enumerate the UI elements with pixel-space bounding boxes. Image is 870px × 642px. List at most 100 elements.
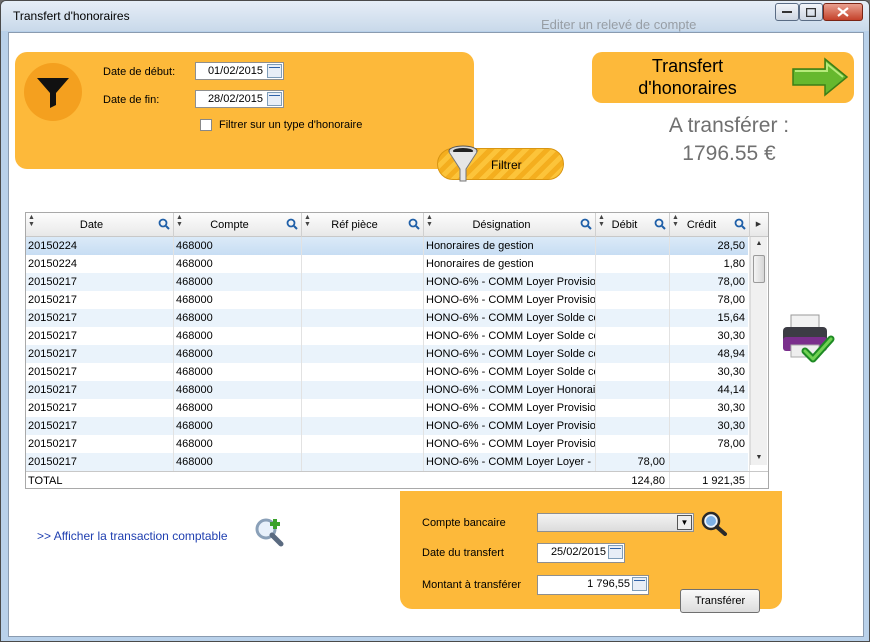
cell-compte: 468000 [174, 237, 302, 255]
table-row[interactable]: 20150217 468000 HONO-6% - COMM Loyer Pro… [26, 399, 750, 417]
cell-date: 20150217 [26, 453, 174, 471]
cell-compte: 468000 [174, 255, 302, 273]
cell-compte: 468000 [174, 291, 302, 309]
amount-to-transfer-value: 1796.55 € [682, 142, 776, 165]
scroll-right-arrow[interactable]: ▶ [750, 213, 767, 237]
search-icon[interactable] [700, 510, 728, 536]
cell-credit: 78,00 [670, 273, 750, 291]
search-icon[interactable] [286, 218, 298, 230]
table-row[interactable]: 20150217 468000 HONO-6% - COMM Loyer Hon… [26, 381, 750, 399]
transfer-banner: Transfert d'honoraires [592, 52, 854, 103]
cell-date: 20150217 [26, 399, 174, 417]
column-header-designation[interactable]: ▲ ▼ Désignation [424, 213, 596, 237]
arrow-right-icon [792, 57, 849, 97]
start-date-field[interactable]: 01/02/2015 [195, 62, 284, 80]
filter-button-label: Filtrer [491, 158, 522, 172]
transfer-date-field[interactable]: 25/02/2015 [537, 543, 625, 563]
type-filter-label: Filtrer sur un type d'honoraire [219, 119, 363, 131]
cell-date: 20150224 [26, 237, 174, 255]
search-icon[interactable] [158, 218, 170, 230]
table-row[interactable]: 20150217 468000 HONO-6% - COMM Loyer Sol… [26, 345, 750, 363]
table-row[interactable]: 20150217 468000 HONO-6% - COMM Loyer Pro… [26, 273, 750, 291]
cell-ref [302, 363, 424, 381]
column-header-debit-label: Débit [611, 219, 638, 231]
show-accounting-transaction-link[interactable]: >> Afficher la transaction comptable [37, 529, 228, 543]
cell-designation: HONO-6% - COMM Loyer Provision [424, 291, 596, 309]
search-icon[interactable] [654, 218, 666, 230]
close-button[interactable] [823, 3, 863, 21]
chevron-down-icon[interactable]: ▼ [677, 515, 692, 530]
search-icon[interactable] [734, 218, 746, 230]
table-row[interactable]: 20150224 468000 Honoraires de gestion 1,… [26, 255, 750, 273]
minimize-button[interactable] [775, 3, 799, 21]
column-header-credit[interactable]: ▲ ▼ Crédit [670, 213, 750, 237]
transactions-grid[interactable]: ▲ ▼ Date ▲ ▼ Compte ▲ ▼ Réf pièce ▲ ▼ Désign… [25, 212, 769, 489]
cell-credit: 15,64 [670, 309, 750, 327]
column-header-debit[interactable]: ▲ ▼ Débit [596, 213, 670, 237]
cell-ref [302, 309, 424, 327]
minimize-icon [782, 11, 792, 13]
amount-to-transfer-label: A transférer : [668, 114, 790, 137]
calendar-icon[interactable] [267, 64, 282, 78]
window-title: Transfert d'honoraires [13, 9, 130, 23]
cell-debit [596, 327, 670, 345]
column-header-date[interactable]: ▲ ▼ Date [26, 213, 174, 237]
zoom-plus-button[interactable] [253, 516, 285, 548]
cell-designation: HONO-6% - COMM Loyer Provision [424, 273, 596, 291]
transfer-amount-field[interactable]: 1 796,55 [537, 575, 649, 595]
cell-credit: 28,50 [670, 237, 750, 255]
vertical-scrollbar[interactable]: ▲ ▼ [750, 237, 767, 465]
cell-compte: 468000 [174, 435, 302, 453]
cell-compte: 468000 [174, 453, 302, 471]
table-row[interactable]: 20150217 468000 HONO-6% - COMM Loyer Pro… [26, 417, 750, 435]
maximize-button[interactable] [799, 3, 823, 21]
calendar-icon[interactable] [608, 545, 623, 559]
search-icon[interactable] [580, 218, 592, 230]
table-row[interactable]: 20150217 468000 HONO-6% - COMM Loyer Pro… [26, 435, 750, 453]
scroll-thumb[interactable] [753, 255, 765, 283]
print-button[interactable] [779, 311, 835, 367]
scroll-down-arrow[interactable]: ▼ [751, 451, 767, 465]
calculator-icon[interactable] [632, 577, 647, 591]
bank-account-dropdown[interactable]: ▼ [537, 513, 694, 532]
funnel-glass-icon [448, 145, 478, 182]
column-header-ref[interactable]: ▲ ▼ Réf pièce [302, 213, 424, 237]
table-row[interactable]: 20150217 468000 HONO-6% - COMM Loyer Sol… [26, 363, 750, 381]
app-window: Transfert d'honoraires Editer un relevé … [0, 0, 870, 642]
cell-ref [302, 399, 424, 417]
cell-debit [596, 291, 670, 309]
total-credit: 1 921,35 [670, 472, 750, 488]
cell-compte: 468000 [174, 381, 302, 399]
cell-credit: 30,30 [670, 399, 750, 417]
cell-designation: HONO-6% - COMM Loyer Loyer - P [424, 453, 596, 471]
scroll-up-arrow[interactable]: ▲ [751, 237, 767, 251]
cell-designation: HONO-6% - COMM Loyer Solde con [424, 363, 596, 381]
table-row[interactable]: 20150217 468000 HONO-6% - COMM Loyer Loy… [26, 453, 750, 471]
cell-compte: 468000 [174, 363, 302, 381]
type-filter-checkbox[interactable] [200, 119, 212, 131]
end-date-field[interactable]: 28/02/2015 [195, 90, 284, 108]
transfer-button[interactable]: Transférer [680, 589, 760, 613]
cell-ref [302, 381, 424, 399]
cell-date: 20150217 [26, 363, 174, 381]
table-row[interactable]: 20150217 468000 HONO-6% - COMM Loyer Pro… [26, 291, 750, 309]
cell-designation: HONO-6% - COMM Loyer Solde con [424, 309, 596, 327]
maximize-icon [806, 7, 816, 17]
cell-designation: Honoraires de gestion [424, 237, 596, 255]
table-row[interactable]: 20150217 468000 HONO-6% - COMM Loyer Sol… [26, 327, 750, 345]
table-row[interactable]: 20150217 468000 HONO-6% - COMM Loyer Sol… [26, 309, 750, 327]
cell-compte: 468000 [174, 309, 302, 327]
column-header-ref-label: Réf pièce [331, 219, 378, 231]
table-row[interactable]: 20150224 468000 Honoraires de gestion 28… [26, 237, 750, 255]
zoom-plus-icon [255, 518, 284, 547]
column-header-compte[interactable]: ▲ ▼ Compte [174, 213, 302, 237]
search-icon[interactable] [408, 218, 420, 230]
cell-debit [596, 345, 670, 363]
calendar-icon[interactable] [267, 92, 282, 106]
cell-date: 20150217 [26, 273, 174, 291]
funnel-icon [24, 63, 82, 121]
filter-button[interactable]: Filtrer [437, 145, 564, 182]
cell-designation: HONO-6% - COMM Loyer Provision [424, 435, 596, 453]
title-bar[interactable]: Transfert d'honoraires Editer un relevé … [1, 1, 869, 32]
cell-compte: 468000 [174, 399, 302, 417]
